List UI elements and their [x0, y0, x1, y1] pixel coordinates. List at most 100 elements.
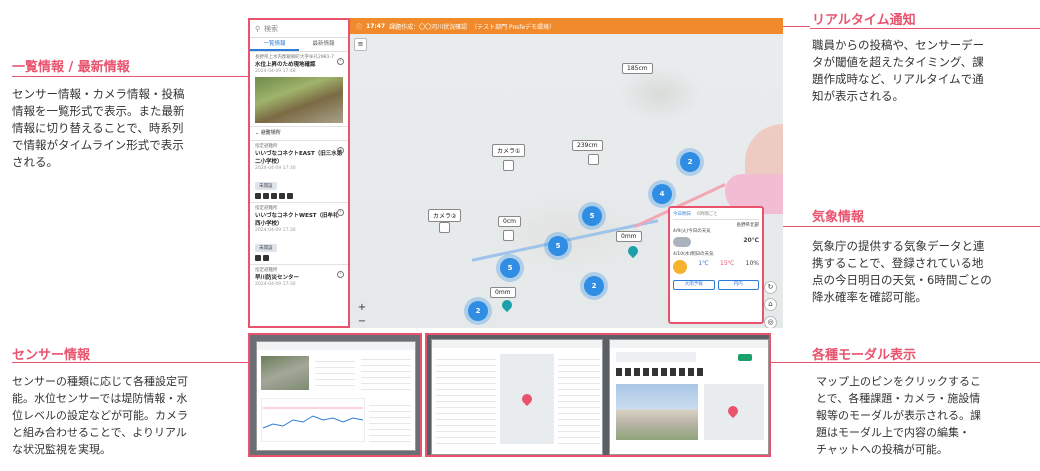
annotation-line: とで、各種課題・カメラ・施設情	[816, 392, 981, 405]
tab-today-tomorrow[interactable]: 今日明日	[673, 211, 691, 217]
annotation-line: 職員からの投稿や、センサーデー	[812, 38, 985, 52]
annotation-line: センサーの種類に応じて各種設定可	[12, 375, 188, 388]
water-level-icon[interactable]	[588, 154, 599, 165]
map-cluster[interactable]: 2	[468, 301, 488, 321]
chevron-right-icon[interactable]: ›	[337, 58, 344, 65]
annotation-line: 携することで、登録されている地	[812, 256, 984, 270]
status-badge: 未開設	[255, 244, 277, 252]
sensor-screenshot	[248, 333, 422, 457]
facility-modal	[609, 339, 769, 455]
annotation-list-title: 一覧情報 / 最新情報	[12, 60, 130, 75]
tab-list[interactable]: 一覧情報	[250, 38, 299, 51]
annotation-line: 点の今日明日の天気・6時間ごとの	[812, 273, 992, 287]
annotation-line: チャットへの投稿が可能。	[816, 443, 948, 456]
annotation-line: 報等のモーダルが表示される。課	[816, 409, 981, 422]
annotation-realtime-body: 職員からの投稿や、センサーデー タが閾値を超えたタイミング、課 題作成時など、リ…	[812, 37, 1037, 105]
annotation-line: 情報を一覧形式で表示。また最新	[12, 104, 185, 118]
refresh-icon[interactable]: ↻	[764, 281, 777, 294]
facility-header	[616, 352, 696, 362]
cloud-icon	[673, 237, 691, 247]
annotation-sensor-line	[12, 362, 248, 363]
annotation-weather-line	[810, 226, 1040, 227]
annotation-sensor-body: センサーの種類に応じて各種設定可 能。水位センサーでは堤防情報・水 位レベルの設…	[12, 373, 248, 458]
section-header[interactable]: ⌄ 避難場所	[250, 127, 348, 141]
map-cluster[interactable]: 5	[548, 236, 568, 256]
annotation-modal-body: マップ上のピンをクリックするこ とで、各種課題・カメラ・施設情 報等のモーダルが…	[816, 373, 1038, 458]
annotation-modal-line	[770, 362, 1040, 363]
issue-form	[436, 354, 496, 444]
weather-tomorrow-row: 1℃ 15℃ 10%	[673, 260, 759, 274]
map-cluster[interactable]: 5	[500, 258, 520, 278]
tab-6hours[interactable]: 6時間ごと	[697, 211, 718, 217]
status-badge: 未開設	[255, 182, 277, 190]
list-item[interactable]: 指定避難所 いいづなコネクトWEST（旧牟礼西小学校） 2024-04-09 1…	[250, 203, 348, 265]
weather-panel: 今日明日 6時間ごと 長野県北部 4/9(火)今日の天気 20℃ 4/10(水)…	[668, 206, 764, 324]
map-cluster[interactable]: 2	[680, 152, 700, 172]
search-icon: ⚲	[255, 24, 261, 33]
water-level-chart	[261, 398, 365, 442]
zoom-out-button[interactable]: −	[356, 316, 368, 327]
list-item[interactable]: 指定避難所 早川防災センター 2024-04-09 17:30 ›	[250, 265, 348, 291]
location-icon[interactable]: ◎	[764, 316, 777, 328]
camera-icon[interactable]	[439, 222, 450, 233]
list-tabs: 一覧情報 最新情報	[250, 38, 348, 52]
zoom-in-button[interactable]: +	[356, 302, 368, 313]
sensor-label: 0cm	[498, 216, 521, 227]
item-name: いいづなコネクトEAST（旧三水第二小学校）	[255, 151, 343, 165]
circle-button[interactable]: 円内	[717, 280, 759, 290]
weather-tomorrow-label: 4/10(水)明日の天気	[673, 252, 714, 257]
annotation-line: 題はモーダル上で内容の編集・	[816, 426, 970, 439]
item-name: 早川防災センター	[255, 275, 300, 281]
item-date: 2024-04-09 17:48	[255, 69, 296, 74]
sensor-window	[256, 341, 416, 451]
section-label: 避難場所	[260, 130, 281, 136]
annotation-realtime-title: リアルタイム通知	[812, 13, 916, 28]
map-cluster[interactable]: 5	[582, 206, 602, 226]
layers-icon[interactable]: ≡	[354, 38, 367, 51]
annotation-line: な状況監視を実現。	[12, 443, 111, 456]
camera-icon[interactable]	[503, 160, 514, 171]
map-cluster[interactable]: 2	[584, 276, 604, 296]
flood-area	[745, 124, 783, 174]
item-date: 2024-04-09 17:30	[255, 228, 296, 233]
weather-tabs: 今日明日 6時間ごと	[673, 211, 759, 220]
rain-gauge-icon[interactable]	[625, 243, 641, 259]
realtime-notification[interactable]: ⓘ 17:47 課題作成：〇〇河川状況確認 （テスト部門 Posfeデモ環境）	[350, 18, 783, 34]
sensor-log	[369, 400, 411, 446]
notification-time: 17:47	[366, 22, 386, 30]
facility-map	[704, 384, 764, 440]
annotation-modal-title: 各種モーダル表示	[812, 348, 917, 363]
annotation-line: タが閾値を超えたタイミング、課	[812, 55, 984, 69]
facility-icons	[255, 193, 343, 199]
list-item[interactable]: 指定避難所 いいづなコネクトEAST（旧三水第二小学校） 2024-04-09 …	[250, 141, 348, 203]
annotation-sensor-title: センサー情報	[12, 348, 91, 363]
sensor-label: 0mm	[616, 231, 642, 242]
annotation-weather-title: 気象情報	[812, 210, 865, 225]
annotation-line: と組み合わせることで、よりリアル	[12, 426, 187, 439]
facility-icons	[255, 255, 343, 261]
sensor-label: 185cm	[622, 63, 653, 74]
chevron-right-icon[interactable]: ›	[337, 209, 344, 216]
home-icon[interactable]: ⌂	[764, 298, 777, 311]
facility-photo	[616, 384, 698, 440]
map-cluster[interactable]: 4	[652, 184, 672, 204]
annotation-line: で情報がタイムライン形式で表示	[12, 138, 184, 152]
search-input[interactable]: 検索	[264, 24, 278, 34]
chevron-right-icon[interactable]: ›	[337, 147, 344, 154]
list-item[interactable]: 長野県上水内郡飯綱町大字牟礼2981-7 水位上昇のため現地確認 2024-04…	[250, 52, 348, 127]
chevron-right-icon[interactable]: ›	[337, 271, 344, 278]
sensor-label: 0mm	[490, 287, 516, 298]
sun-icon	[673, 260, 687, 274]
annotation-line: 能。水位センサーでは堤防情報・水	[12, 392, 188, 405]
rain-gauge-icon[interactable]	[499, 297, 515, 313]
heavy-rain-button[interactable]: 大雨予報	[673, 280, 715, 290]
temp-max: 15℃	[720, 260, 735, 267]
tab-latest[interactable]: 最新情報	[299, 38, 348, 51]
location-pin-icon	[725, 403, 741, 419]
map-view[interactable]: ≡ 185cm 239cm カメラ① カメラ② 0cm 0mm 0mm 2 4 …	[350, 34, 783, 328]
search-bar[interactable]: ⚲ 検索	[250, 20, 348, 38]
water-level-icon[interactable]	[503, 230, 514, 241]
item-name: 水位上昇のため現地確認	[255, 62, 316, 68]
issue-modal	[431, 339, 603, 455]
annotation-line: 題作成時など、リアルタイムで通	[812, 72, 984, 86]
